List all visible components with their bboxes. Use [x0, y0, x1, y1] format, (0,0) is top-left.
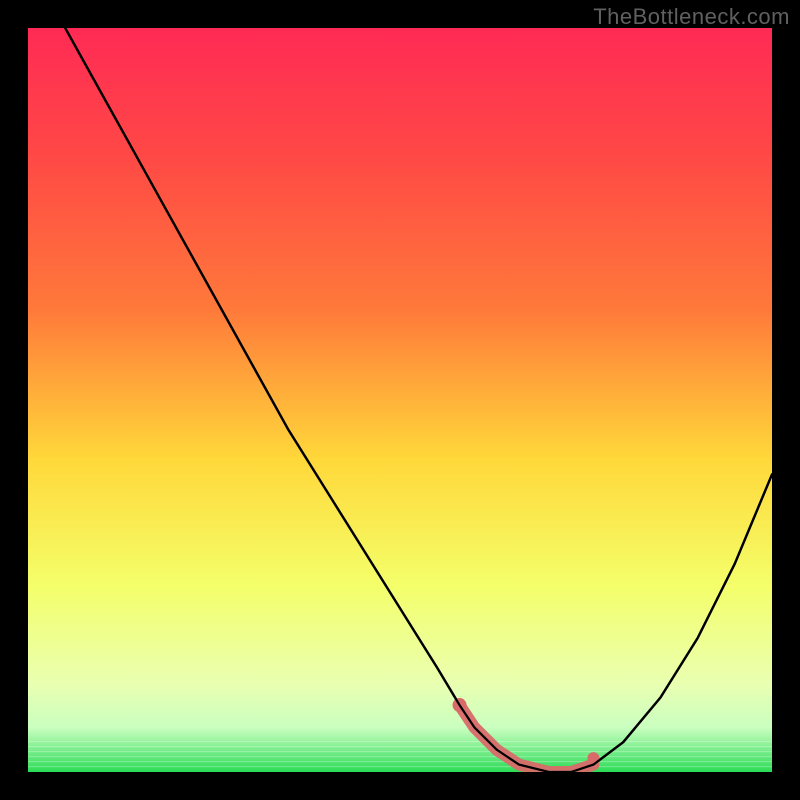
- plot-area: [28, 28, 772, 772]
- grid-line: [28, 766, 772, 767]
- chart-svg: [28, 28, 772, 772]
- gradient-background: [28, 28, 772, 772]
- grid-line: [28, 741, 772, 742]
- grid-line: [28, 751, 772, 752]
- grid-line: [28, 746, 772, 747]
- watermark-text: TheBottleneck.com: [593, 4, 790, 30]
- chart-frame: TheBottleneck.com: [0, 0, 800, 800]
- grid-line: [28, 756, 772, 757]
- grid-line: [28, 761, 772, 762]
